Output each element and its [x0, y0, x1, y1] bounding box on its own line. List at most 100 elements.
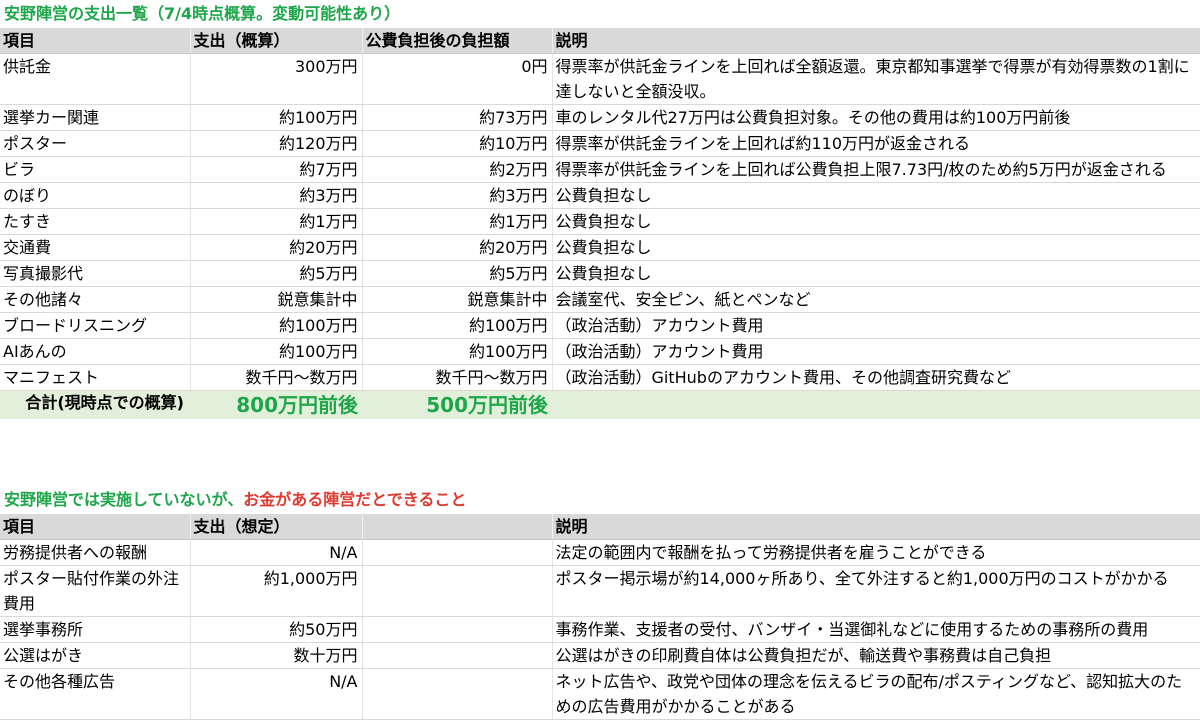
row-blank	[362, 668, 553, 720]
row-item: 選挙カー関連	[0, 104, 191, 131]
row-desc: 公費負担なし	[552, 260, 1200, 287]
row-after-public: 約100万円	[362, 312, 553, 339]
row-after-public: 約100万円	[362, 338, 553, 365]
row-desc: 得票率が供託金ラインを上回れば全額返還。東京都知事選挙で得票が有効得票数の1割に…	[552, 53, 1200, 105]
table-row: ブロードリスニング 約100万円 約100万円 （政治活動）アカウント費用	[0, 312, 1200, 339]
row-item: 供託金	[0, 53, 191, 105]
row-desc: 車のレンタル代27万円は公費負担対象。その他の費用は約100万円前後	[552, 104, 1200, 131]
row-desc: 公費負担なし	[552, 182, 1200, 209]
row-item: AIあんの	[0, 338, 191, 365]
row-desc: 公費負担なし	[552, 208, 1200, 235]
row-blank	[362, 539, 553, 566]
row-cost: 約5万円	[190, 260, 363, 287]
row-item: のぼり	[0, 182, 191, 209]
row-cost: N/A	[190, 668, 363, 720]
table-row: のぼり 約3万円 約3万円 公費負担なし	[0, 182, 1200, 209]
row-after-public: 約73万円	[362, 104, 553, 131]
row-cost: 約3万円	[190, 182, 363, 209]
table-row: その他各種広告 N/A ネット広告や、政党や団体の理念を伝えるビラの配布/ポスティン…	[0, 668, 1200, 720]
header-cost: 支出（概算）	[190, 28, 363, 54]
row-item: たすき	[0, 208, 191, 235]
table-row: 交通費 約20万円 約20万円 公費負担なし	[0, 234, 1200, 261]
row-cost: 約7万円	[190, 156, 363, 183]
row-after-public: 約10万円	[362, 130, 553, 157]
table-row: ビラ 約7万円 約2万円 得票率が供託金ラインを上回れば公費負担上限7.73円/枚のた…	[0, 156, 1200, 183]
row-cost: 約20万円	[190, 234, 363, 261]
header-item: 項目	[0, 28, 191, 54]
row-after-public: 約1万円	[362, 208, 553, 235]
row-item: ブロードリスニング	[0, 312, 191, 339]
row-item: その他各種広告	[0, 668, 191, 720]
table-row: その他諸々 鋭意集計中 鋭意集計中 会議室代、安全ピン、紙とペンなど	[0, 286, 1200, 313]
row-item: ポスター貼付作業の外注費用	[0, 565, 191, 617]
row-desc: 事務作業、支援者の受付、バンザイ・当選御礼などに使用するための事務所の費用	[552, 616, 1200, 643]
row-item: 写真撮影代	[0, 260, 191, 287]
row-blank	[362, 616, 553, 643]
row-cost: 300万円	[190, 53, 363, 105]
row-cost: 約100万円	[190, 338, 363, 365]
table-row: 公選はがき 数十万円 公選はがきの印刷費自体は公費負担だが、輸送費や事務費は自己負担	[0, 642, 1200, 669]
header2-cost: 支出（想定）	[190, 514, 363, 540]
row-item: 交通費	[0, 234, 191, 261]
header2-blank	[362, 514, 553, 540]
header-after-public: 公費負担後の負担額	[362, 28, 553, 54]
total-after-public: 500万円前後	[362, 390, 552, 419]
optional-table-header: 項目 支出（想定） 説明	[0, 514, 1200, 540]
row-desc: 得票率が供託金ラインを上回れば約110万円が返金される	[552, 130, 1200, 157]
row-after-public: 鋭意集計中	[362, 286, 553, 313]
row-cost: 数千円～数万円	[190, 364, 363, 391]
row-desc: ネット広告や、政党や団体の理念を伝えるビラの配布/ポスティングなど、認知拡大のた…	[552, 668, 1200, 720]
row-desc: 会議室代、安全ピン、紙とペンなど	[552, 286, 1200, 313]
table-row: マニフェスト 数千円～数万円 数千円～数万円 （政治活動）GitHubのアカウント費用…	[0, 364, 1200, 391]
row-item: 選挙事務所	[0, 616, 191, 643]
table-row: 選挙事務所 約50万円 事務作業、支援者の受付、バンザイ・当選御礼などに使用するため…	[0, 616, 1200, 643]
header2-item: 項目	[0, 514, 191, 540]
row-desc: 公選はがきの印刷費自体は公費負担だが、輸送費や事務費は自己負担	[552, 642, 1200, 669]
table-row: 選挙カー関連 約100万円 約73万円 車のレンタル代27万円は公費負担対象。その他の…	[0, 104, 1200, 131]
row-cost: 約100万円	[190, 104, 363, 131]
row-cost: 約1万円	[190, 208, 363, 235]
row-cost: 約50万円	[190, 616, 363, 643]
row-desc: 得票率が供託金ラインを上回れば公費負担上限7.73円/枚のため約5万円が返金され…	[552, 156, 1200, 183]
row-cost: 約1,000万円	[190, 565, 363, 617]
row-cost: N/A	[190, 539, 363, 566]
expense-table-header: 項目 支出（概算） 公費負担後の負担額 説明	[0, 28, 1200, 54]
header-desc: 説明	[552, 28, 1200, 54]
row-item: 公選はがき	[0, 642, 191, 669]
row-desc: （政治活動）アカウント費用	[552, 312, 1200, 339]
row-desc: （政治活動）アカウント費用	[552, 338, 1200, 365]
row-after-public: 約3万円	[362, 182, 553, 209]
table-row: たすき 約1万円 約1万円 公費負担なし	[0, 208, 1200, 235]
section2-title-red: お金がある陣営だとできること	[243, 490, 467, 509]
row-item: マニフェスト	[0, 364, 191, 391]
total-row: 合計(現時点での概算) 800万円前後 500万円前後	[0, 390, 1200, 419]
row-item: 労務提供者への報酬	[0, 539, 191, 566]
header2-desc: 説明	[552, 514, 1200, 540]
table-row: 労務提供者への報酬 N/A 法定の範囲内で報酬を払って労務提供者を雇うことができる	[0, 539, 1200, 566]
spreadsheet: 安野陣営の支出一覧（7/4時点概算。変動可能性あり） 項目 支出（概算） 公費負…	[0, 0, 1200, 720]
row-item: ビラ	[0, 156, 191, 183]
row-item: ポスター	[0, 130, 191, 157]
row-after-public: 数千円～数万円	[362, 364, 553, 391]
section2-title: 安野陣営では実施していないが、お金がある陣営だとできること	[4, 488, 466, 512]
section2-title-green: 安野陣営では実施していないが、	[4, 490, 244, 509]
row-item: その他諸々	[0, 286, 191, 313]
row-after-public: 約5万円	[362, 260, 553, 287]
row-cost: 鋭意集計中	[190, 286, 363, 313]
optional-expense-table: 項目 支出（想定） 説明 労務提供者への報酬 N/A 法定の範囲内で報酬を払って労務…	[0, 514, 1200, 720]
table-row: 供託金 300万円 0円 得票率が供託金ラインを上回れば全額返還。東京都知事選挙で得票…	[0, 53, 1200, 105]
total-desc-empty	[552, 390, 1200, 419]
total-cost: 800万円前後	[190, 390, 362, 419]
row-cost: 約120万円	[190, 130, 363, 157]
row-blank	[362, 642, 553, 669]
row-after-public: 約20万円	[362, 234, 553, 261]
section1-title: 安野陣営の支出一覧（7/4時点概算。変動可能性あり）	[4, 2, 400, 26]
row-desc: 法定の範囲内で報酬を払って労務提供者を雇うことができる	[552, 539, 1200, 566]
table-row: ポスター 約120万円 約10万円 得票率が供託金ラインを上回れば約110万円が返金さ…	[0, 130, 1200, 157]
row-cost: 約100万円	[190, 312, 363, 339]
section1-title-text: 安野陣営の支出一覧（7/4時点概算。変動可能性あり）	[4, 4, 401, 23]
row-after-public: 0円	[362, 53, 553, 105]
row-cost: 数十万円	[190, 642, 363, 669]
row-desc: （政治活動）GitHubのアカウント費用、その他調査研究費など	[552, 364, 1200, 391]
row-after-public: 約2万円	[362, 156, 553, 183]
